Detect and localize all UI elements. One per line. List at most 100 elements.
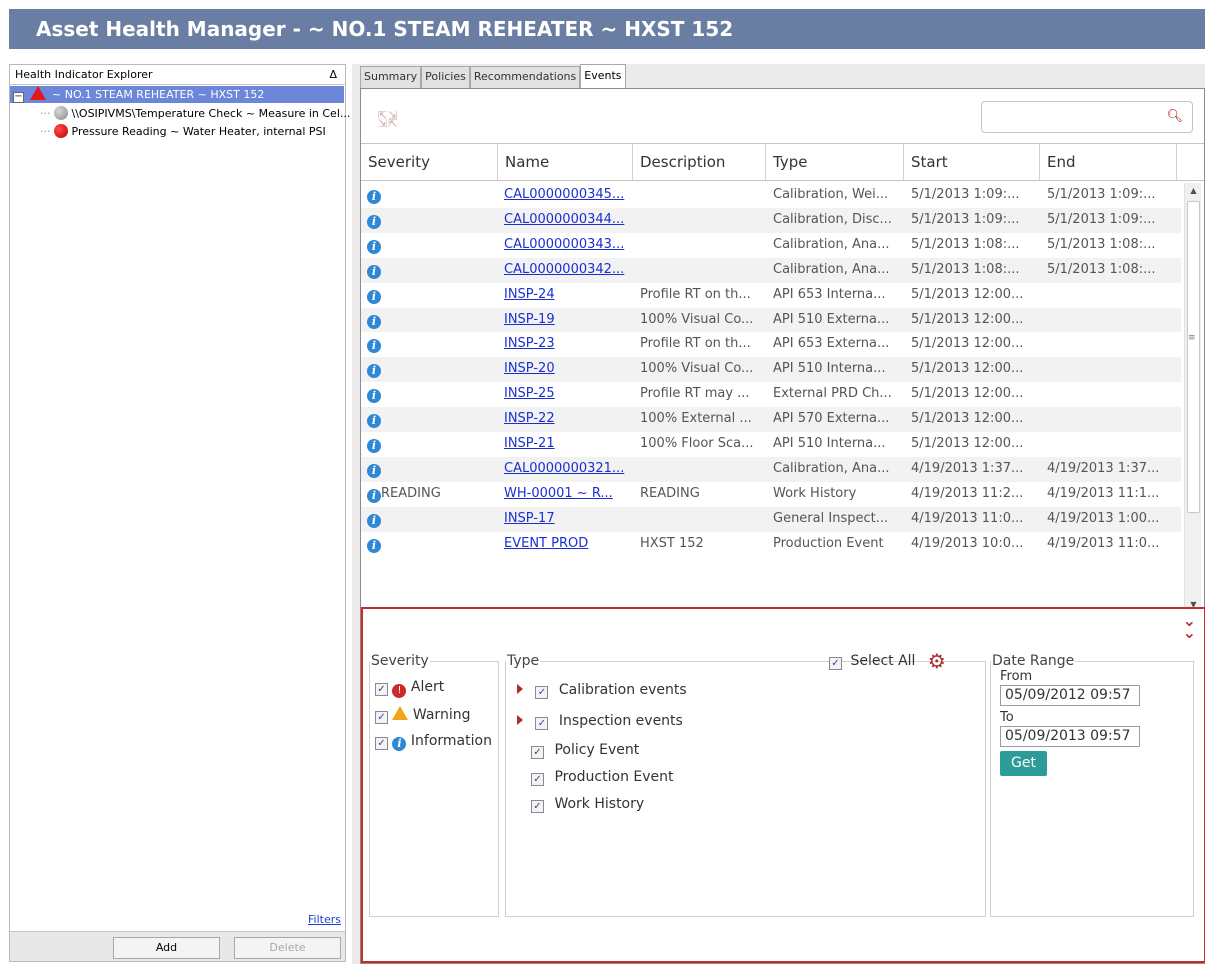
filters-link[interactable]: Filters: [308, 913, 341, 926]
type-calibration-events[interactable]: ✓ Calibration events: [517, 682, 687, 699]
type-work-history[interactable]: ✓ Work History: [531, 796, 644, 813]
event-link[interactable]: CAL0000000343...: [504, 237, 624, 252]
tree-item-temperature-check[interactable]: ··· \\OSIPIVMS\Temperature Check ~ Measu…: [40, 105, 350, 122]
event-link[interactable]: INSP-23: [504, 336, 555, 351]
tree-item-root[interactable]: − ~ NO.1 STEAM REHEATER ~ HXST 152: [10, 86, 344, 103]
table-row[interactable]: i CAL0000000321... Calibration, Ana... 4/19…: [361, 456, 1181, 482]
tab-summary[interactable]: Summary: [360, 66, 422, 88]
tab-policies[interactable]: Policies: [421, 66, 470, 88]
cell-name[interactable]: INSP-22: [504, 407, 632, 432]
sort-icon[interactable]: Δ: [329, 65, 337, 85]
from-date-input[interactable]: 05/09/2012 09:57: [1000, 685, 1140, 706]
event-link[interactable]: INSP-20: [504, 361, 555, 376]
cell-name[interactable]: INSP-25: [504, 382, 632, 407]
delete-button[interactable]: Delete: [234, 937, 341, 959]
cell-name[interactable]: INSP-19: [504, 308, 632, 333]
tab-events[interactable]: Events: [580, 64, 626, 88]
cell-name[interactable]: CAL0000000342...: [504, 258, 632, 283]
checkbox[interactable]: ✓: [829, 657, 842, 670]
type-inspection-events[interactable]: ✓ Inspection events: [517, 713, 683, 730]
event-link[interactable]: INSP-22: [504, 411, 555, 426]
collapse-icon[interactable]: −: [13, 92, 24, 103]
cell-name[interactable]: CAL0000000345...: [504, 183, 632, 208]
checkbox[interactable]: ✓: [535, 686, 549, 699]
checkbox[interactable]: ✓: [531, 746, 544, 759]
collapse-chevron-icon[interactable]: ⌄ ⌄: [1183, 613, 1196, 641]
table-row[interactable]: i CAL0000000342... Calibration, Ana... 5/1/…: [361, 257, 1181, 283]
severity-alert-option[interactable]: ✓ ! Alert: [375, 679, 444, 698]
cell-name[interactable]: WH-00001 ~ R...: [504, 482, 632, 507]
tree-item-pressure-reading[interactable]: ··· Pressure Reading ~ Water Heater, int…: [40, 123, 326, 140]
column-header-severity[interactable]: Severity: [361, 144, 498, 180]
table-row[interactable]: i INSP-22 100% External ... API 570 Externa…: [361, 407, 1181, 432]
event-link[interactable]: EVENT PROD: [504, 536, 588, 551]
expand-icon[interactable]: ⇱⇲ ⇲⇱: [378, 110, 398, 129]
cell-name[interactable]: INSP-23: [504, 332, 632, 357]
cell-name[interactable]: INSP-24: [504, 283, 632, 308]
to-date-input[interactable]: 05/09/2013 09:57: [1000, 726, 1140, 747]
table-row[interactable]: i INSP-21 100% Floor Sca... API 510 Interna…: [361, 432, 1181, 457]
checkbox[interactable]: ✓: [375, 711, 388, 724]
get-button[interactable]: Get: [1000, 751, 1047, 776]
add-button[interactable]: Add: [113, 937, 220, 959]
scrollbar-thumb[interactable]: [1187, 201, 1200, 513]
table-row[interactable]: i CAL0000000345... Calibration, Wei... 5/1/…: [361, 183, 1181, 208]
cell-name[interactable]: CAL0000000344...: [504, 208, 632, 233]
cell-name[interactable]: CAL0000000343...: [504, 233, 632, 258]
cell-name[interactable]: INSP-20: [504, 357, 632, 382]
expand-caret-icon[interactable]: [517, 715, 523, 725]
table-row[interactable]: i INSP-19 100% Visual Co... API 510 Externa…: [361, 307, 1181, 333]
table-row[interactable]: i READING WH-00001 ~ R... READING Work Histo…: [361, 482, 1181, 507]
checkbox[interactable]: ✓: [535, 717, 549, 730]
event-link[interactable]: INSP-21: [504, 436, 555, 451]
event-link[interactable]: INSP-17: [504, 511, 555, 526]
severity-information-option[interactable]: ✓ i Information: [375, 733, 492, 751]
tab-recommendations[interactable]: Recommendations: [469, 66, 581, 88]
checkbox[interactable]: ✓: [531, 773, 544, 786]
event-link[interactable]: INSP-24: [504, 287, 555, 302]
event-link[interactable]: CAL0000000344...: [504, 212, 624, 227]
cell-severity: i: [367, 357, 497, 382]
table-row[interactable]: i INSP-25 Profile RT may ... External PRD C…: [361, 382, 1181, 407]
column-header-type[interactable]: Type: [766, 144, 904, 180]
gear-icon[interactable]: ⚙: [928, 649, 946, 673]
event-link[interactable]: CAL0000000342...: [504, 262, 624, 277]
event-link[interactable]: INSP-19: [504, 312, 555, 327]
type-text: API 510 Interna...: [773, 436, 886, 451]
column-header-description[interactable]: Description: [633, 144, 766, 180]
cell-name[interactable]: EVENT PROD: [504, 532, 632, 557]
cell-name[interactable]: INSP-21: [504, 432, 632, 457]
checkbox[interactable]: ✓: [531, 800, 544, 813]
cell-description: 100% Floor Sca...: [640, 432, 766, 457]
grid-scrollbar[interactable]: ▲ ≡ ▼: [1184, 183, 1201, 613]
expand-caret-icon[interactable]: [517, 684, 523, 694]
cell-severity: i: [367, 432, 497, 457]
checkbox[interactable]: ✓: [375, 683, 388, 696]
type-text: Calibration, Disc...: [773, 211, 892, 227]
select-all-option[interactable]: ✓ Select All ⚙: [829, 649, 946, 673]
type-production-event[interactable]: ✓ Production Event: [531, 769, 674, 786]
table-row[interactable]: i CAL0000000343... Calibration, Ana... 5/1/…: [361, 233, 1181, 258]
severity-warning-option[interactable]: ✓ Warning: [375, 706, 470, 724]
event-link[interactable]: CAL0000000345...: [504, 187, 624, 202]
column-header-name[interactable]: Name: [498, 144, 633, 180]
type-policy-event[interactable]: ✓ Policy Event: [531, 742, 639, 759]
cell-name[interactable]: INSP-17: [504, 507, 632, 532]
search-input[interactable]: 🔍︎: [981, 101, 1193, 133]
table-row[interactable]: i CAL0000000344... Calibration, Disc... 5/1…: [361, 207, 1181, 233]
cell-name[interactable]: CAL0000000321...: [504, 457, 632, 482]
table-row[interactable]: i INSP-20 100% Visual Co... API 510 Interna…: [361, 357, 1181, 383]
event-link[interactable]: CAL0000000321...: [504, 461, 624, 476]
event-link[interactable]: INSP-25: [504, 386, 555, 401]
table-row[interactable]: i INSP-23 Profile RT on th... API 653 Exter…: [361, 332, 1181, 357]
table-row[interactable]: i EVENT PROD HXST 152 Production Event 4/19/…: [361, 532, 1181, 557]
table-row[interactable]: i INSP-24 Profile RT on th... API 653 Inter…: [361, 283, 1181, 308]
column-header-end[interactable]: End: [1040, 144, 1177, 180]
event-link[interactable]: WH-00001 ~ R...: [504, 486, 613, 501]
search-icon[interactable]: 🔍︎: [1166, 109, 1183, 124]
explorer-header[interactable]: Health Indicator Explorer Δ: [10, 65, 345, 85]
table-row[interactable]: i INSP-17 General Inspect... 4/19/2013 11:0…: [361, 506, 1181, 532]
scroll-up-arrow[interactable]: ▲: [1185, 183, 1202, 199]
column-header-start[interactable]: Start: [904, 144, 1040, 180]
checkbox[interactable]: ✓: [375, 737, 388, 750]
